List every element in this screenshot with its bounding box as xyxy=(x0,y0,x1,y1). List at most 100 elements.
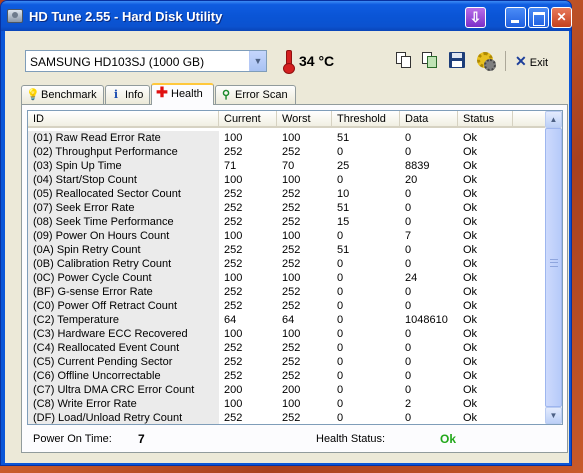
tab-info[interactable]: i Info xyxy=(105,85,150,104)
tab-error-scan[interactable]: ⚲ Error Scan xyxy=(215,85,296,104)
title-bar[interactable]: HD Tune 2.55 - Hard Disk Utility ⇩ ✕ xyxy=(1,1,572,31)
scrollbar-thumb[interactable] xyxy=(545,128,562,407)
tab-benchmark[interactable]: 💡Benchmark xyxy=(21,85,104,104)
worst-value-cell: 252 xyxy=(282,146,301,158)
status-cell: Ok xyxy=(463,356,478,368)
status-cell: Ok xyxy=(463,132,478,144)
attribute-id-cell: (07) Seek Error Rate xyxy=(28,201,219,215)
table-row[interactable]: (07) Seek Error Rate 252 252 51 0 Ok xyxy=(28,201,546,215)
attribute-id-cell: (C3) Hardware ECC Recovered xyxy=(28,327,219,341)
threshold-value-cell: 0 xyxy=(337,230,344,242)
close-button[interactable]: ✕ xyxy=(551,7,572,28)
table-row[interactable]: (0C) Power Cycle Count 100 100 0 24 Ok xyxy=(28,271,546,285)
toolbar-divider xyxy=(505,51,506,71)
worst-value-cell: 252 xyxy=(282,356,301,368)
threshold-value-cell: 0 xyxy=(337,412,344,424)
copy-screenshot-icon[interactable] xyxy=(421,51,439,69)
copy-text-icon[interactable] xyxy=(395,51,413,69)
table-row[interactable]: (DF) Load/Unload Retry Count 252 252 0 0 Ok xyxy=(28,411,546,424)
table-row[interactable]: (C8) Write Error Rate 100 100 0 2 Ok xyxy=(28,397,546,411)
maximize-button[interactable] xyxy=(528,7,549,28)
exit-button[interactable]: ✕ Exit xyxy=(515,53,548,70)
vertical-scrollbar[interactable]: ▲ ▼ xyxy=(545,111,562,424)
save-icon[interactable] xyxy=(448,51,466,69)
attribute-id-cell: (C8) Write Error Rate xyxy=(28,397,219,411)
drive-select-value: SAMSUNG HD103SJ (1000 GB) xyxy=(30,55,205,69)
raw-data-cell: 0 xyxy=(405,188,412,200)
table-row[interactable]: (0A) Spin Retry Count 252 252 51 0 Ok xyxy=(28,243,546,257)
tab-info-label: Info xyxy=(125,89,144,101)
app-window: HD Tune 2.55 - Hard Disk Utility ⇩ ✕ SAM… xyxy=(0,0,572,466)
current-value-cell: 252 xyxy=(224,356,243,368)
table-row[interactable]: (C3) Hardware ECC Recovered 100 100 0 0 Ok xyxy=(28,327,546,341)
attribute-id-cell: (02) Throughput Performance xyxy=(28,145,219,159)
raw-data-cell: 20 xyxy=(405,174,418,186)
column-header-status[interactable]: Status xyxy=(458,111,513,128)
scroll-down-icon[interactable]: ▼ xyxy=(545,407,562,424)
current-value-cell: 100 xyxy=(224,398,243,410)
worst-value-cell: 252 xyxy=(282,370,301,382)
scroll-up-icon[interactable]: ▲ xyxy=(545,111,562,128)
column-header-worst[interactable]: Worst xyxy=(277,111,332,128)
table-row[interactable]: (09) Power On Hours Count 100 100 0 7 Ok xyxy=(28,229,546,243)
worst-value-cell: 252 xyxy=(282,286,301,298)
table-row[interactable]: (C0) Power Off Retract Count 252 252 0 0 Ok xyxy=(28,299,546,313)
power-on-time-value: 7 xyxy=(138,432,145,446)
threshold-value-cell: 0 xyxy=(337,328,344,340)
info-icon: i xyxy=(113,88,119,101)
attribute-id-cell: (C7) Ultra DMA CRC Error Count xyxy=(28,383,219,397)
column-header-data[interactable]: Data xyxy=(400,111,458,128)
raw-data-cell: 24 xyxy=(405,272,418,284)
table-row[interactable]: (C6) Offline Uncorrectable 252 252 0 0 Ok xyxy=(28,369,546,383)
tab-health[interactable]: ✚ Health xyxy=(151,83,214,105)
table-row[interactable]: (BF) G-sense Error Rate 252 252 0 0 Ok xyxy=(28,285,546,299)
column-header-current[interactable]: Current xyxy=(219,111,277,128)
table-row[interactable]: (04) Start/Stop Count 100 100 0 20 Ok xyxy=(28,173,546,187)
raw-data-cell: 0 xyxy=(405,342,412,354)
threshold-value-cell: 15 xyxy=(337,216,350,228)
column-header-threshold[interactable]: Threshold xyxy=(332,111,400,128)
table-row[interactable]: (0B) Calibration Retry Count 252 252 0 0 Ok xyxy=(28,257,546,271)
raw-data-cell: 0 xyxy=(405,258,412,270)
attribute-id-cell: (08) Seek Time Performance xyxy=(28,215,219,229)
drive-select[interactable]: SAMSUNG HD103SJ (1000 GB) ▼ xyxy=(25,50,267,72)
status-cell: Ok xyxy=(463,230,478,242)
current-value-cell: 252 xyxy=(224,202,243,214)
table-row[interactable]: (C4) Reallocated Event Count 252 252 0 0 Ok xyxy=(28,341,546,355)
current-value-cell: 100 xyxy=(224,272,243,284)
table-row[interactable]: (C2) Temperature 64 64 0 1048610 Ok xyxy=(28,313,546,327)
worst-value-cell: 252 xyxy=(282,342,301,354)
options-icon[interactable] xyxy=(476,51,496,71)
table-row[interactable]: (03) Spin Up Time 71 70 25 8839 Ok xyxy=(28,159,546,173)
column-header-id[interactable]: ID xyxy=(28,111,219,128)
download-arrow-icon[interactable]: ⇩ xyxy=(465,7,486,28)
status-cell: Ok xyxy=(463,202,478,214)
tab-benchmark-label: Benchmark xyxy=(41,89,97,101)
worst-value-cell: 252 xyxy=(282,188,301,200)
worst-value-cell: 64 xyxy=(282,314,295,326)
current-value-cell: 71 xyxy=(224,160,237,172)
table-row[interactable]: (02) Throughput Performance 252 252 0 0 Ok xyxy=(28,145,546,159)
scrollbar-grip-icon xyxy=(550,259,558,267)
current-value-cell: 252 xyxy=(224,188,243,200)
table-row[interactable]: (01) Raw Read Error Rate 100 100 51 0 Ok xyxy=(28,131,546,145)
attribute-id-cell: (C6) Offline Uncorrectable xyxy=(28,369,219,383)
worst-value-cell: 252 xyxy=(282,244,301,256)
threshold-value-cell: 0 xyxy=(337,356,344,368)
table-header: ID Current Worst Threshold Data Status xyxy=(28,111,546,128)
attribute-id-cell: (DF) Load/Unload Retry Count xyxy=(28,411,219,424)
table-row[interactable]: (05) Reallocated Sector Count 252 252 10 0 Ok xyxy=(28,187,546,201)
table-row[interactable]: (C5) Current Pending Sector 252 252 0 0 Ok xyxy=(28,355,546,369)
tab-error-scan-label: Error Scan xyxy=(235,89,288,101)
smart-table[interactable]: ID Current Worst Threshold Data Status (… xyxy=(27,110,563,425)
chevron-down-icon[interactable]: ▼ xyxy=(249,51,266,71)
current-value-cell: 252 xyxy=(224,370,243,382)
attribute-id-cell: (03) Spin Up Time xyxy=(28,159,219,173)
raw-data-cell: 0 xyxy=(405,202,412,214)
current-value-cell: 252 xyxy=(224,146,243,158)
status-cell: Ok xyxy=(463,160,478,172)
worst-value-cell: 252 xyxy=(282,202,301,214)
table-row[interactable]: (C7) Ultra DMA CRC Error Count 200 200 0 0 Ok xyxy=(28,383,546,397)
minimize-button[interactable] xyxy=(505,7,526,28)
table-row[interactable]: (08) Seek Time Performance 252 252 15 0 Ok xyxy=(28,215,546,229)
